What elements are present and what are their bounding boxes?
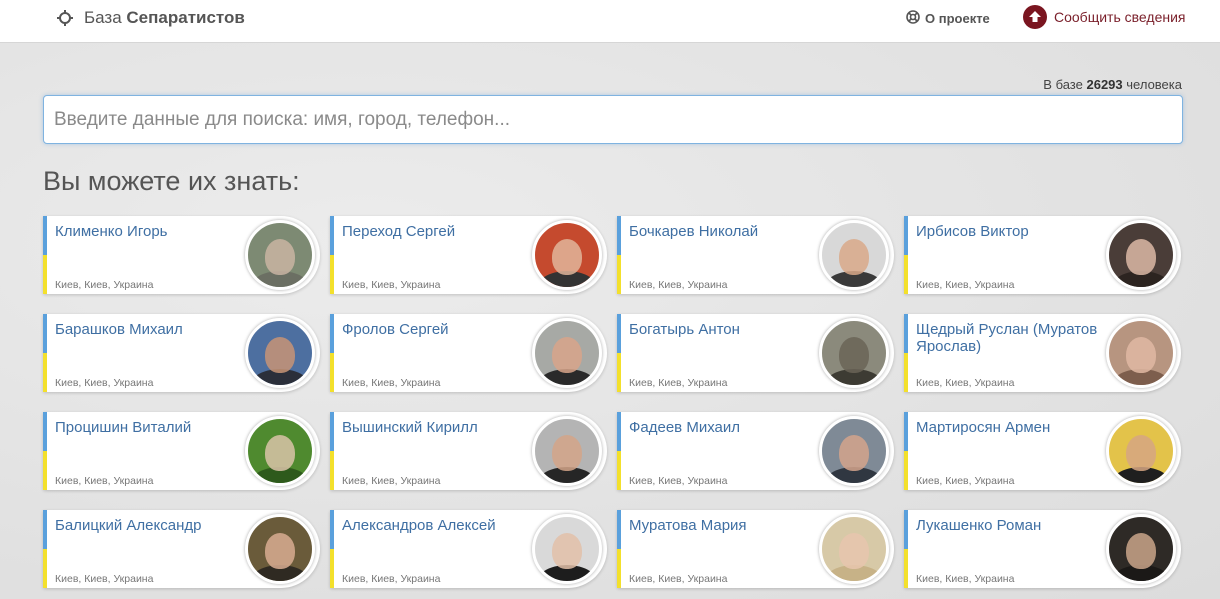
flag-stripe [330,216,334,294]
person-location: Киев, Киев, Украина [629,377,728,389]
person-location: Киев, Киев, Украина [916,279,1015,291]
person-location: Киев, Киев, Украина [629,279,728,291]
count-prefix: В базе [1043,77,1083,92]
avatar[interactable] [1106,220,1176,290]
person-card[interactable]: Процишин Виталий Киев, Киев, Украина [43,412,320,490]
person-location: Киев, Киев, Украина [55,377,154,389]
person-location: Киев, Киев, Украина [342,377,441,389]
person-card[interactable]: Балицкий Александр Киев, Киев, Украина [43,510,320,588]
person-name[interactable]: Щедрый Руслан (Муратов Ярослав) [916,321,1106,355]
upload-arrow-icon [1023,5,1047,29]
about-link[interactable]: О проекте [906,10,990,27]
person-card[interactable]: Мартиросян Армен Киев, Киев, Украина [904,412,1181,490]
person-name[interactable]: Балицкий Александр [55,517,245,534]
flag-stripe [43,216,47,294]
flag-stripe [617,412,621,490]
avatar[interactable] [245,318,315,388]
count-number: 26293 [1086,77,1123,92]
person-location: Киев, Киев, Украина [55,573,154,585]
person-name[interactable]: Бочкарев Николай [629,223,819,240]
top-navbar: База Сепаратистов О проекте Сообщить све… [0,0,1220,43]
person-card[interactable]: Лукашенко Роман Киев, Киев, Украина [904,510,1181,588]
person-name[interactable]: Муратова Мария [629,517,819,534]
flag-stripe [330,314,334,392]
avatar[interactable] [1106,318,1176,388]
lifebuoy-icon [906,10,920,27]
person-card[interactable]: Фадеев Михаил Киев, Киев, Украина [617,412,894,490]
avatar[interactable] [245,220,315,290]
person-card[interactable]: Вышинский Кирилл Киев, Киев, Украина [330,412,607,490]
person-card[interactable]: Ирбисов Виктор Киев, Киев, Украина [904,216,1181,294]
flag-stripe [330,510,334,588]
person-card[interactable]: Переход Сергей Киев, Киев, Украина [330,216,607,294]
person-name[interactable]: Фролов Сергей [342,321,532,338]
flag-stripe [904,412,908,490]
flag-stripe [904,216,908,294]
person-name[interactable]: Фадеев Михаил [629,419,819,436]
report-button[interactable]: Сообщить сведения [1023,5,1185,29]
avatar[interactable] [1106,416,1176,486]
person-location: Киев, Киев, Украина [916,475,1015,487]
flag-stripe [617,314,621,392]
brand-link[interactable]: База Сепаратистов [56,8,245,28]
person-location: Киев, Киев, Украина [55,279,154,291]
person-card[interactable]: Александров Алексей Киев, Киев, Украина [330,510,607,588]
person-name[interactable]: Мартиросян Армен [916,419,1106,436]
person-card[interactable]: Муратова Мария Киев, Киев, Украина [617,510,894,588]
flag-stripe [904,510,908,588]
avatar[interactable] [819,416,889,486]
avatar[interactable] [532,416,602,486]
database-count: В базе 26293 человека [1043,77,1182,92]
brand-prefix: База [84,8,122,27]
brand-title: База Сепаратистов [84,8,245,28]
crosshair-icon [56,9,74,27]
person-card[interactable]: Бочкарев Николай Киев, Киев, Украина [617,216,894,294]
avatar[interactable] [532,318,602,388]
brand-bold: Сепаратистов [126,8,245,27]
person-card[interactable]: Барашков Михаил Киев, Киев, Украина [43,314,320,392]
flag-stripe [617,510,621,588]
person-name[interactable]: Ирбисов Виктор [916,223,1106,240]
people-grid: Клименко Игорь Киев, Киев, Украина Переход… [43,216,1181,588]
person-location: Киев, Киев, Украина [342,475,441,487]
avatar[interactable] [245,416,315,486]
person-name[interactable]: Богатырь Антон [629,321,819,338]
about-label: О проекте [925,11,990,26]
person-location: Киев, Киев, Украина [629,475,728,487]
person-card[interactable]: Щедрый Руслан (Муратов Ярослав) Киев, Кие… [904,314,1181,392]
person-name[interactable]: Вышинский Кирилл [342,419,532,436]
count-suffix: человека [1126,77,1182,92]
flag-stripe [330,412,334,490]
avatar[interactable] [532,514,602,584]
avatar[interactable] [819,318,889,388]
report-label: Сообщить сведения [1054,9,1186,25]
flag-stripe [904,314,908,392]
flag-stripe [43,412,47,490]
search-input[interactable] [43,95,1183,144]
section-title: Вы можете их знать: [43,166,300,196]
person-name[interactable]: Клименко Игорь [55,223,245,240]
avatar[interactable] [245,514,315,584]
person-location: Киев, Киев, Украина [916,377,1015,389]
person-location: Киев, Киев, Украина [342,573,441,585]
person-name[interactable]: Лукашенко Роман [916,517,1106,534]
person-name[interactable]: Александров Алексей [342,517,532,534]
person-card[interactable]: Фролов Сергей Киев, Киев, Украина [330,314,607,392]
avatar[interactable] [819,514,889,584]
person-name[interactable]: Барашков Михаил [55,321,245,338]
person-card[interactable]: Богатырь Антон Киев, Киев, Украина [617,314,894,392]
flag-stripe [43,314,47,392]
person-location: Киев, Киев, Украина [55,475,154,487]
person-name[interactable]: Процишин Виталий [55,419,245,436]
person-card[interactable]: Клименко Игорь Киев, Киев, Украина [43,216,320,294]
person-location: Киев, Киев, Украина [916,573,1015,585]
person-location: Киев, Киев, Украина [342,279,441,291]
avatar[interactable] [819,220,889,290]
flag-stripe [617,216,621,294]
avatar[interactable] [1106,514,1176,584]
avatar[interactable] [532,220,602,290]
person-name[interactable]: Переход Сергей [342,223,532,240]
flag-stripe [43,510,47,588]
person-location: Киев, Киев, Украина [629,573,728,585]
